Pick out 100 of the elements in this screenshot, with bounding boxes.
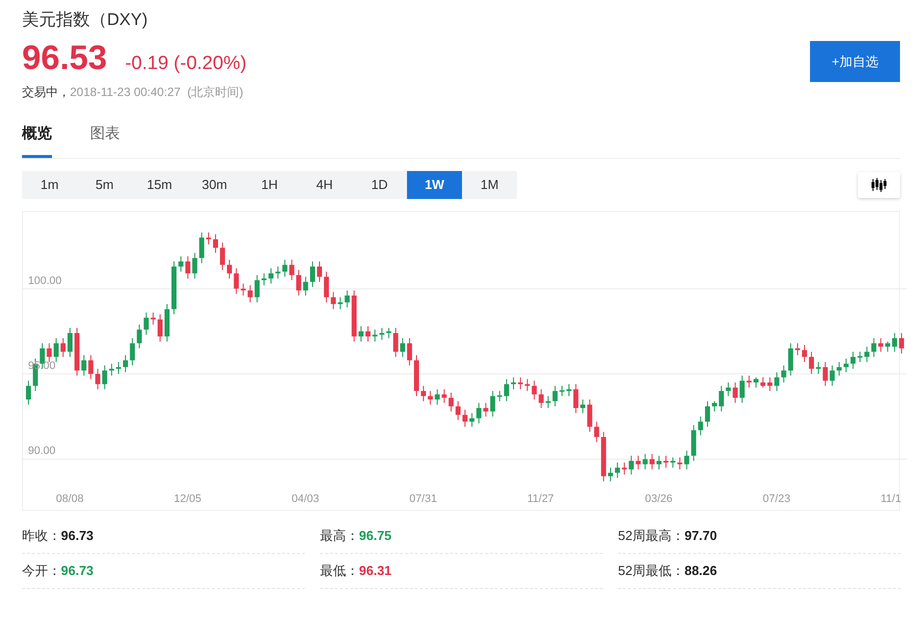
candle xyxy=(774,372,780,392)
candle xyxy=(560,385,564,397)
candle xyxy=(95,368,100,390)
price-change: -0.19 (-0.20%) xyxy=(125,52,247,76)
candle xyxy=(358,326,364,342)
stat-value: 88.26 xyxy=(684,562,718,580)
candle xyxy=(830,364,835,386)
interval-tab[interactable]: 1m xyxy=(22,171,77,199)
candle xyxy=(622,462,627,475)
stat-value: 96.75 xyxy=(359,527,392,546)
price: 96.53 xyxy=(22,38,108,78)
stat-label: 52周最高： xyxy=(618,527,684,546)
candle xyxy=(240,283,246,296)
candle xyxy=(310,260,316,288)
candle xyxy=(400,338,406,358)
candle xyxy=(109,363,114,376)
candle xyxy=(434,388,440,406)
candle xyxy=(642,454,648,470)
interval-tab[interactable]: 15m xyxy=(132,171,187,199)
candle xyxy=(462,409,468,428)
candle xyxy=(538,388,544,409)
candle xyxy=(234,268,239,294)
candle xyxy=(878,338,884,352)
candle xyxy=(573,384,578,414)
candle xyxy=(552,385,558,407)
page-title: 美元指数（DXY) xyxy=(22,9,149,31)
candle xyxy=(885,341,890,352)
interval-tab[interactable]: 30m xyxy=(187,171,242,199)
candle xyxy=(767,376,772,392)
candle xyxy=(670,456,676,468)
candle xyxy=(746,375,752,388)
tab[interactable]: 图表 xyxy=(90,122,120,158)
candle xyxy=(836,362,842,376)
candle xyxy=(740,375,745,404)
candle xyxy=(282,259,288,278)
candle xyxy=(206,232,212,245)
candle xyxy=(254,274,260,303)
stat-label: 今开： xyxy=(22,562,61,580)
candle xyxy=(677,456,682,470)
candle xyxy=(393,327,398,358)
stat-label: 昨收： xyxy=(22,527,61,546)
candle xyxy=(26,380,31,406)
candle xyxy=(386,327,392,339)
candle xyxy=(822,362,828,386)
stat-value: 97.70 xyxy=(684,527,718,546)
candle xyxy=(158,314,163,342)
candle xyxy=(428,390,433,406)
candle xyxy=(81,354,86,376)
candle xyxy=(185,256,190,279)
interval-tab[interactable]: 4H xyxy=(297,171,352,199)
candle xyxy=(420,385,426,402)
stat-label: 最高： xyxy=(320,527,359,546)
candle xyxy=(352,290,357,342)
candle xyxy=(192,252,198,279)
candle xyxy=(296,269,302,296)
interval-tab[interactable]: 1H xyxy=(242,171,297,199)
candle xyxy=(407,338,412,366)
candle xyxy=(795,342,800,356)
candle xyxy=(136,324,142,349)
interval-tab[interactable]: 5m xyxy=(77,171,132,199)
interval-tab[interactable]: 1M xyxy=(462,171,517,199)
candle xyxy=(566,384,572,397)
candle xyxy=(864,346,870,362)
interval-tab[interactable]: 1W xyxy=(407,171,462,199)
candle xyxy=(414,354,419,397)
axis-label: 07/23 xyxy=(762,494,790,505)
candle xyxy=(144,312,149,336)
candle xyxy=(636,455,641,470)
candle xyxy=(366,326,370,342)
candle xyxy=(344,290,350,308)
candle xyxy=(511,376,516,390)
candle xyxy=(497,390,502,402)
axis-label: 07/31 xyxy=(409,494,437,505)
candle xyxy=(628,455,634,475)
candle xyxy=(650,454,655,470)
tab[interactable]: 概览 xyxy=(22,122,52,158)
candle xyxy=(469,412,474,428)
candle xyxy=(892,332,898,352)
candlestick-icon xyxy=(871,178,887,192)
trading-status: 交易中， xyxy=(22,84,70,100)
add-watchlist-button[interactable]: +加自选 xyxy=(810,41,900,82)
axis-label: 04/03 xyxy=(292,494,320,505)
candle xyxy=(150,312,156,325)
candle xyxy=(546,396,551,409)
candle xyxy=(379,327,384,340)
interval-tab[interactable]: 1D xyxy=(352,171,407,199)
candle xyxy=(448,392,454,412)
candle xyxy=(601,431,606,482)
candle xyxy=(130,338,135,366)
candle xyxy=(594,421,600,443)
chart-type-button[interactable] xyxy=(858,172,900,198)
candle xyxy=(476,402,482,424)
stat-label: 52周最低： xyxy=(618,562,684,580)
candle xyxy=(303,276,308,296)
candle xyxy=(532,380,537,400)
candle xyxy=(691,424,696,462)
candle xyxy=(816,362,821,374)
candle xyxy=(372,329,378,342)
candle xyxy=(698,416,704,436)
candle xyxy=(456,400,461,420)
